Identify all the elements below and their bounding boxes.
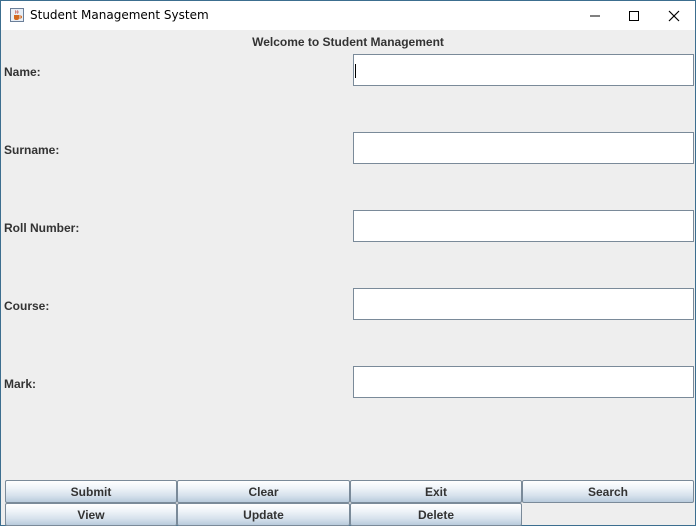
close-button[interactable] (651, 1, 696, 30)
mark-label: Mark: (4, 377, 37, 391)
delete-button[interactable]: Delete (350, 503, 522, 526)
update-button[interactable]: Update (177, 503, 350, 526)
mark-field[interactable] (353, 366, 694, 398)
roll-number-label: Roll Number: (4, 221, 80, 235)
title-bar[interactable]: Student Management System (1, 1, 695, 30)
text-cursor (355, 64, 356, 78)
surname-field[interactable] (353, 132, 694, 164)
close-icon (668, 10, 680, 21)
surname-label: Surname: (4, 143, 60, 157)
roll-number-field[interactable] (353, 210, 694, 242)
welcome-heading: Welcome to Student Management (252, 35, 444, 49)
app-window: Student Management System Welcome to Stu… (0, 0, 696, 526)
maximize-icon (629, 10, 639, 21)
course-field[interactable] (353, 288, 694, 320)
submit-button[interactable]: Submit (5, 480, 177, 503)
window-title: Student Management System (30, 8, 209, 22)
java-cup-icon (10, 8, 24, 22)
search-button[interactable]: Search (522, 480, 694, 503)
exit-button[interactable]: Exit (350, 480, 522, 503)
view-button[interactable]: View (5, 503, 177, 526)
clear-button[interactable]: Clear (177, 480, 350, 503)
minimize-icon (590, 15, 600, 16)
name-field[interactable] (353, 54, 694, 86)
name-label: Name: (4, 65, 41, 79)
course-label: Course: (4, 299, 50, 313)
